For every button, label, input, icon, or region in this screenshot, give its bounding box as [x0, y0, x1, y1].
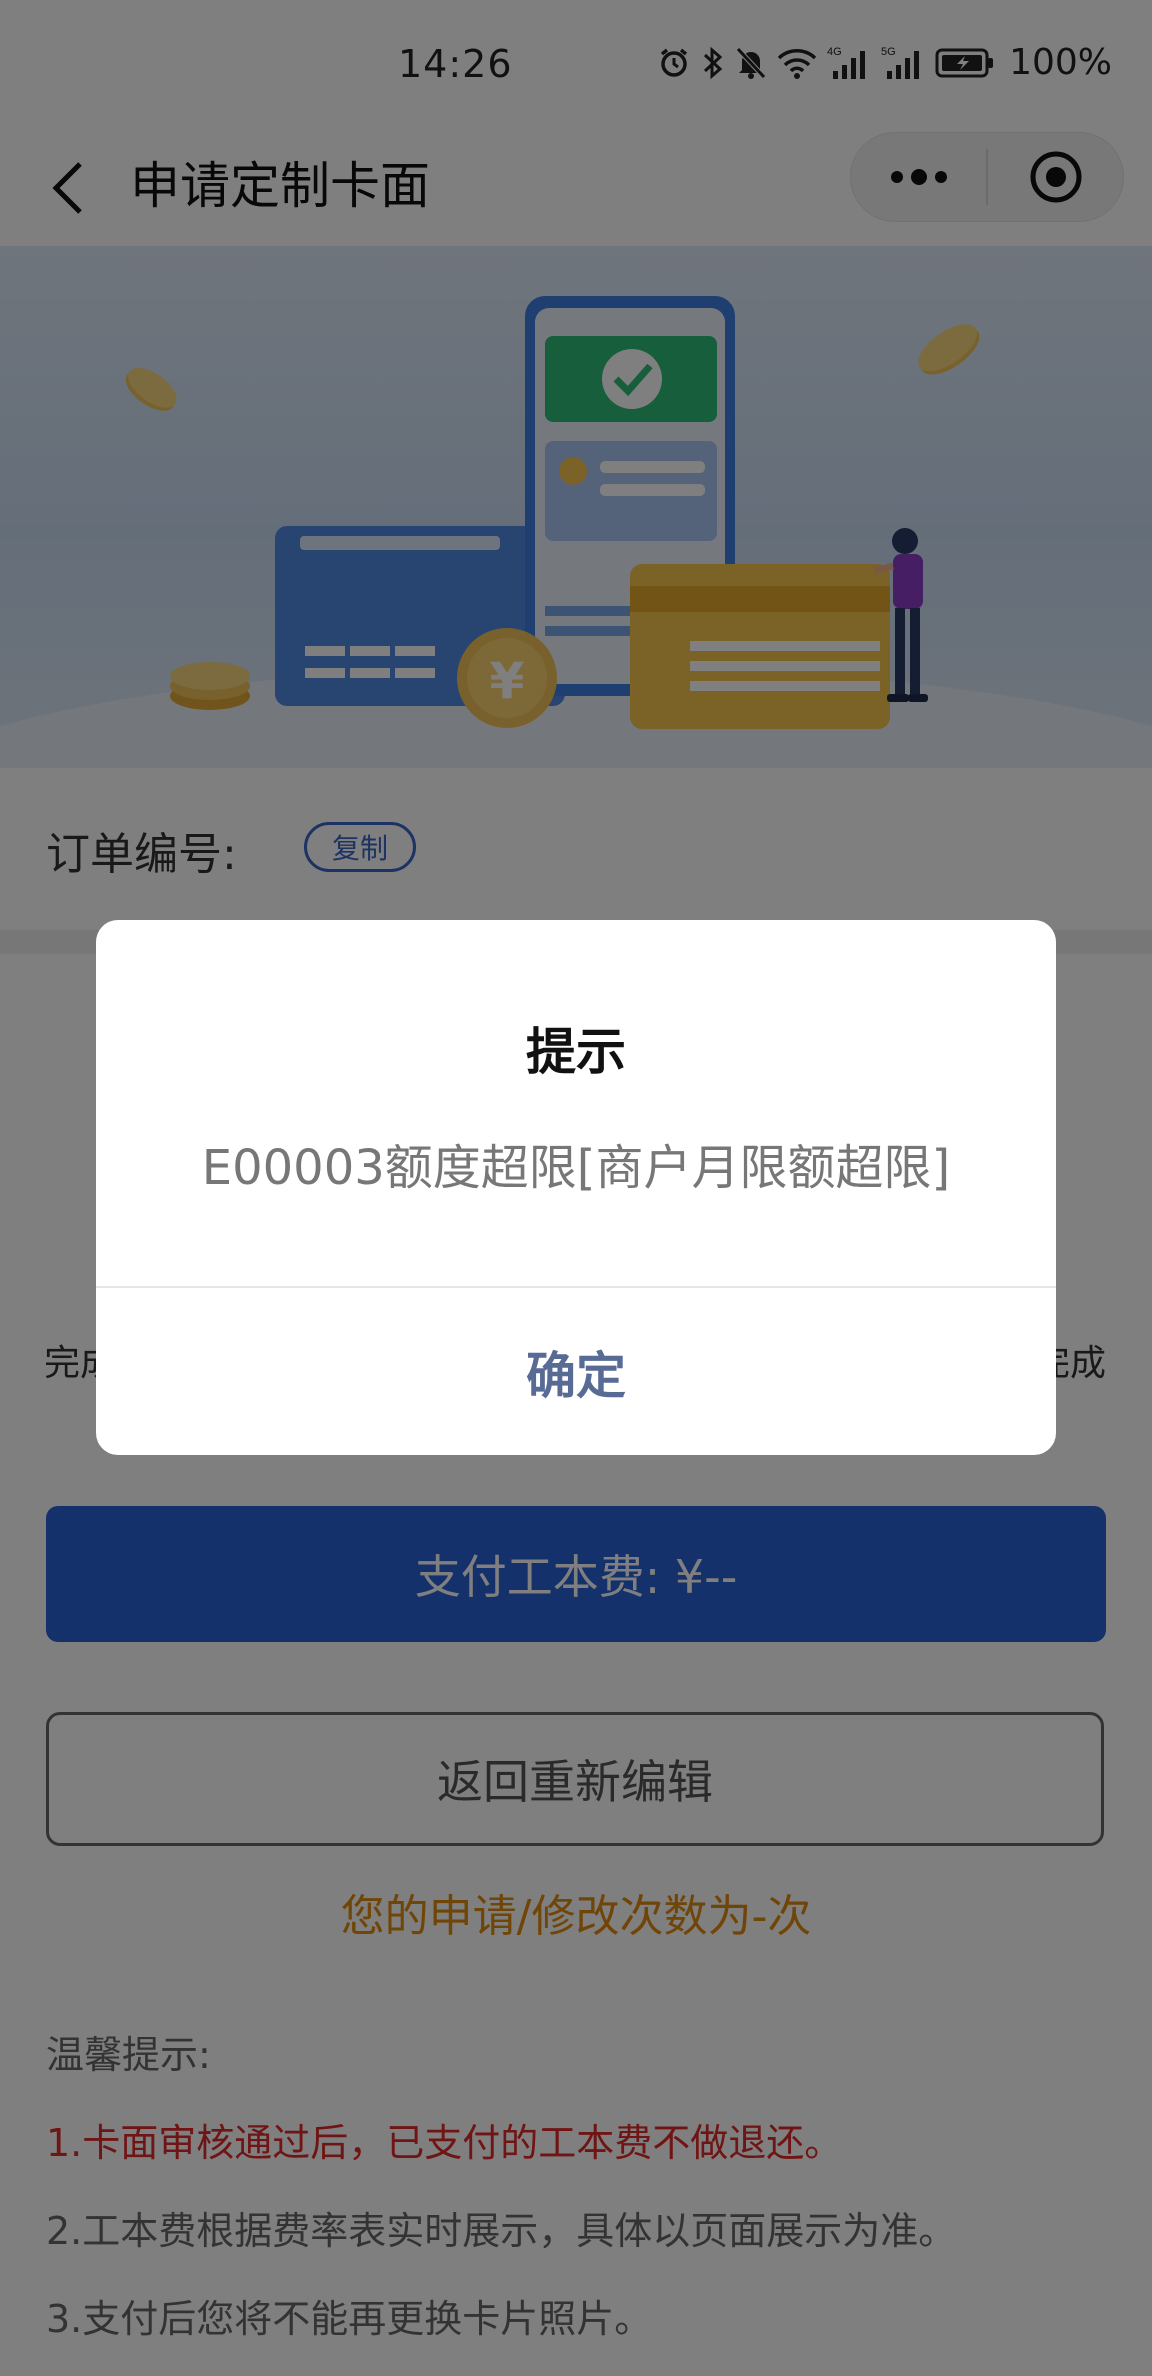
dialog-confirm-button[interactable]: 确定	[96, 1288, 1056, 1455]
dialog-message: E00003额度超限[商户月限额超限]	[201, 1140, 951, 1196]
alert-dialog: 提示 E00003额度超限[商户月限额超限] 确定	[96, 920, 1056, 1455]
dialog-title: 提示	[526, 1023, 626, 1081]
